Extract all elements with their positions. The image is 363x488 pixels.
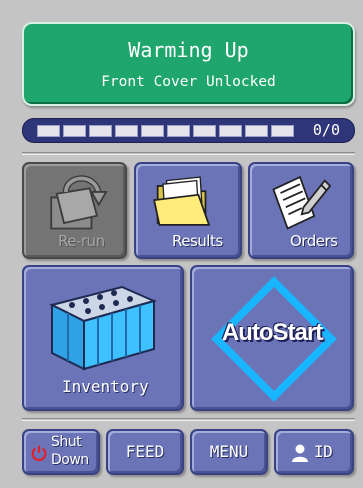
progress-segment [219,125,242,137]
progress-bar: 0/0 [22,118,355,143]
user-icon [292,444,308,462]
inventory-button[interactable]: Inventory [22,265,184,411]
id-label: ID [314,442,333,461]
autostart-button[interactable]: AutoStart [190,265,354,411]
progress-segment [89,125,112,137]
divider [22,418,355,421]
shutdown-label-line1: Shut [51,434,82,450]
status-title: Warming Up [128,38,249,62]
progress-segment [141,125,164,137]
pencil-paper-icon [272,175,332,230]
inventory-label: Inventory [62,377,149,396]
shutdown-label-line2: Down [51,452,89,468]
progress-count: 0/0 [312,121,340,139]
rerun-label: Re-run [58,232,105,250]
divider [22,152,355,155]
progress-segment [271,125,294,137]
orders-button[interactable]: Orders [248,162,354,259]
progress-segment [193,125,216,137]
status-subtitle: Front Cover Unlocked [101,74,276,90]
progress-segment [37,125,60,137]
orders-label: Orders [290,232,338,250]
id-button[interactable]: ID [274,429,354,475]
status-panel: Warming Up Front Cover Unlocked [22,22,355,106]
progress-segment [63,125,86,137]
rerun-button[interactable]: Re-run [22,162,127,259]
autostart-label: AutoStart [221,319,323,346]
shutdown-button[interactable]: Shut Down [22,429,100,475]
feed-button[interactable]: FEED [106,429,184,475]
rerun-folder-icon [50,175,108,230]
menu-button[interactable]: MENU [190,429,268,475]
progress-segment [115,125,138,137]
results-button[interactable]: Results [134,162,242,259]
menu-label: MENU [209,442,249,461]
feed-label: FEED [125,442,165,461]
power-icon [31,445,47,462]
progress-segment [167,125,190,137]
results-label: Results [172,232,223,250]
progress-segment [245,125,268,137]
folder-icon [153,176,211,226]
reagent-tubes-icon [49,285,157,371]
